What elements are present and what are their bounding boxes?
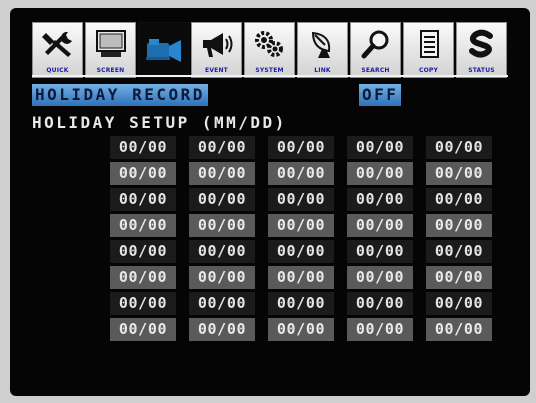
tab-link[interactable]: LINK bbox=[297, 22, 348, 78]
holiday-date-field[interactable]: 00/00 bbox=[426, 136, 492, 159]
monitor-icon bbox=[95, 30, 126, 57]
dvr-menu-screen: QUICK SCREEN EVENT SYSTEM LINK SEARCH CO… bbox=[10, 8, 530, 396]
holiday-row: 00/00 00/00 00/00 00/00 00/00 bbox=[110, 188, 492, 212]
holiday-row: 00/00 00/00 00/00 00/00 00/00 bbox=[110, 214, 492, 238]
holiday-date-field[interactable]: 00/00 bbox=[110, 292, 176, 315]
holiday-date-field[interactable]: 00/00 bbox=[426, 240, 492, 263]
holiday-row: 00/00 00/00 00/00 00/00 00/00 bbox=[110, 292, 492, 316]
holiday-date-grid: 00/00 00/00 00/00 00/00 00/00 00/00 00/0… bbox=[110, 136, 492, 344]
holiday-date-field[interactable]: 00/00 bbox=[347, 136, 413, 159]
holiday-date-field[interactable]: 00/00 bbox=[268, 318, 334, 341]
holiday-date-field[interactable]: 00/00 bbox=[426, 214, 492, 237]
holiday-date-field[interactable]: 00/00 bbox=[189, 136, 255, 159]
holiday-date-field[interactable]: 00/00 bbox=[347, 214, 413, 237]
holiday-date-field[interactable]: 00/00 bbox=[268, 240, 334, 263]
holiday-date-field[interactable]: 00/00 bbox=[426, 162, 492, 185]
tab-search-label: SEARCH bbox=[361, 67, 390, 74]
tab-system-label: SYSTEM bbox=[255, 67, 284, 74]
holiday-date-field[interactable]: 00/00 bbox=[189, 318, 255, 341]
tab-quick-label: QUICK bbox=[46, 67, 69, 74]
holiday-date-field[interactable]: 00/00 bbox=[347, 188, 413, 211]
holiday-date-field[interactable]: 00/00 bbox=[268, 214, 334, 237]
tab-copy[interactable]: COPY bbox=[403, 22, 454, 78]
tab-screen-label: SCREEN bbox=[96, 67, 125, 74]
holiday-date-field[interactable]: 00/00 bbox=[268, 188, 334, 211]
holiday-date-field[interactable]: 00/00 bbox=[189, 214, 255, 237]
holiday-date-field[interactable]: 00/00 bbox=[189, 292, 255, 315]
holiday-setup-title: HOLIDAY SETUP (MM/DD) bbox=[32, 113, 287, 132]
holiday-date-field[interactable]: 00/00 bbox=[189, 240, 255, 263]
holiday-row: 00/00 00/00 00/00 00/00 00/00 bbox=[110, 266, 492, 290]
tab-event[interactable]: EVENT bbox=[191, 22, 242, 78]
megaphone-icon bbox=[202, 33, 232, 57]
gears-icon bbox=[254, 31, 283, 57]
tab-status-label: STATUS bbox=[468, 67, 495, 74]
holiday-date-field[interactable]: 00/00 bbox=[268, 136, 334, 159]
holiday-date-field[interactable]: 00/00 bbox=[189, 162, 255, 185]
tab-search[interactable]: SEARCH bbox=[350, 22, 401, 78]
holiday-date-field[interactable]: 00/00 bbox=[189, 266, 255, 289]
camera-icon bbox=[145, 39, 181, 62]
tab-status[interactable]: STATUS bbox=[456, 22, 507, 78]
holiday-row: 00/00 00/00 00/00 00/00 00/00 bbox=[110, 162, 492, 186]
satellite-dish-icon bbox=[311, 31, 330, 58]
tab-copy-label: COPY bbox=[418, 67, 439, 74]
tab-event-label: EVENT bbox=[205, 67, 228, 74]
holiday-date-field[interactable]: 00/00 bbox=[189, 188, 255, 211]
tab-system[interactable]: SYSTEM bbox=[244, 22, 295, 78]
holiday-date-field[interactable]: 00/00 bbox=[347, 240, 413, 263]
menu-toolbar: QUICK SCREEN EVENT SYSTEM LINK SEARCH CO… bbox=[32, 22, 507, 78]
holiday-date-field[interactable]: 00/00 bbox=[347, 162, 413, 185]
tools-icon bbox=[41, 31, 72, 57]
holiday-date-field[interactable]: 00/00 bbox=[110, 136, 176, 159]
holiday-date-field[interactable]: 00/00 bbox=[426, 318, 492, 341]
toolbar-divider bbox=[32, 75, 508, 77]
holiday-date-field[interactable]: 00/00 bbox=[110, 162, 176, 185]
holiday-date-field[interactable]: 00/00 bbox=[110, 318, 176, 341]
holiday-date-field[interactable]: 00/00 bbox=[347, 292, 413, 315]
tab-record[interactable] bbox=[138, 22, 189, 78]
tab-link-label: LINK bbox=[314, 67, 331, 74]
holiday-date-field[interactable]: 00/00 bbox=[268, 266, 334, 289]
holiday-row: 00/00 00/00 00/00 00/00 00/00 bbox=[110, 240, 492, 264]
document-icon bbox=[419, 30, 439, 58]
holiday-row: 00/00 00/00 00/00 00/00 00/00 bbox=[110, 318, 492, 342]
holiday-date-field[interactable]: 00/00 bbox=[268, 162, 334, 185]
magnifier-icon bbox=[361, 30, 388, 59]
tab-quick[interactable]: QUICK bbox=[32, 22, 83, 78]
tab-screen[interactable]: SCREEN bbox=[85, 22, 136, 78]
holiday-record-label[interactable]: HOLIDAY RECORD bbox=[32, 84, 208, 106]
holiday-date-field[interactable]: 00/00 bbox=[426, 188, 492, 211]
holiday-date-field[interactable]: 00/00 bbox=[110, 214, 176, 237]
holiday-date-field[interactable]: 00/00 bbox=[110, 188, 176, 211]
holiday-date-field[interactable]: 00/00 bbox=[426, 292, 492, 315]
holiday-date-field[interactable]: 00/00 bbox=[110, 240, 176, 263]
holiday-date-field[interactable]: 00/00 bbox=[347, 266, 413, 289]
holiday-date-field[interactable]: 00/00 bbox=[347, 318, 413, 341]
holiday-date-field[interactable]: 00/00 bbox=[268, 292, 334, 315]
holiday-record-toggle[interactable]: OFF bbox=[359, 84, 402, 106]
status-s-icon bbox=[468, 29, 493, 58]
holiday-date-field[interactable]: 00/00 bbox=[110, 266, 176, 289]
holiday-date-field[interactable]: 00/00 bbox=[426, 266, 492, 289]
holiday-row: 00/00 00/00 00/00 00/00 00/00 bbox=[110, 136, 492, 160]
